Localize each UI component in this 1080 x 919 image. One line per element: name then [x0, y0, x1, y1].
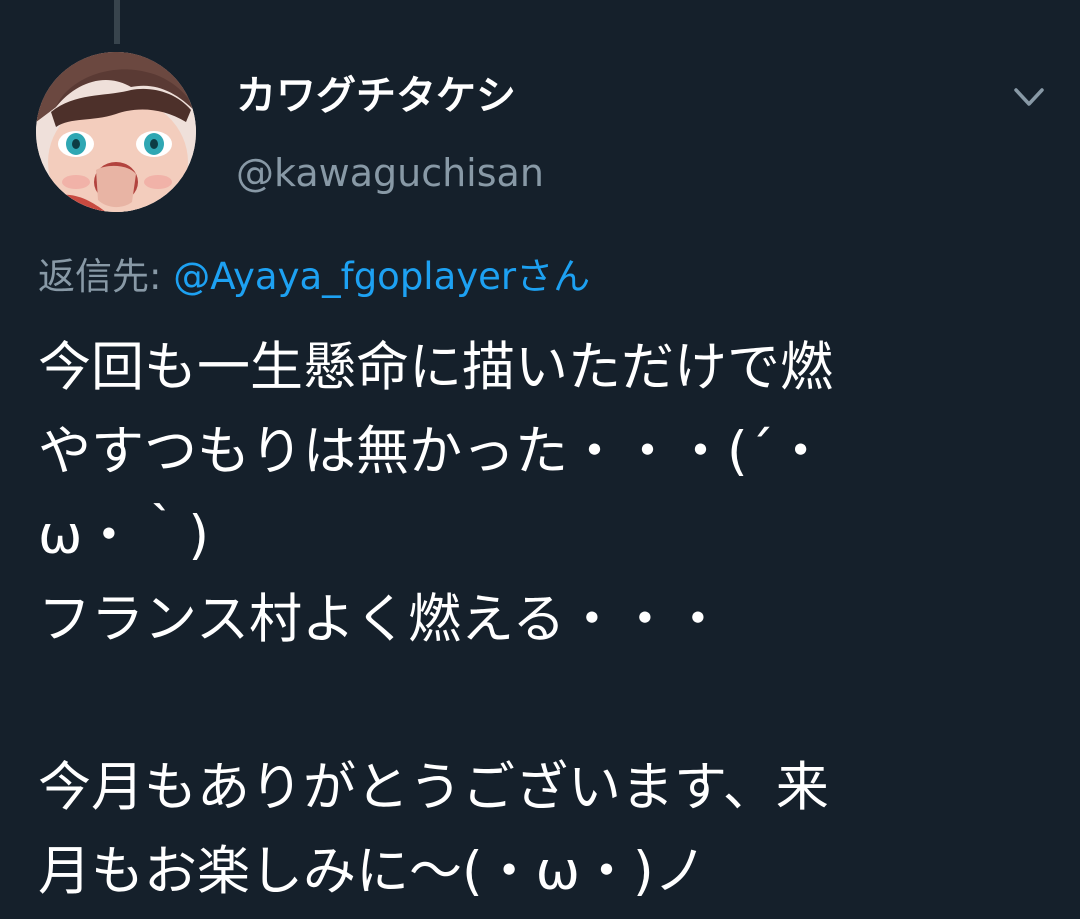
display-name[interactable]: カワグチタケシ	[236, 72, 516, 120]
tweet-line: 今回も一生懸命に描いただけで燃	[38, 337, 833, 398]
reply-to-handle: @Ayaya_fgoplayer	[173, 255, 517, 298]
reply-to-line: 返信先: @Ayaya_fgoplayerさん	[38, 254, 590, 300]
avatar-illustration	[36, 52, 196, 212]
avatar[interactable]	[36, 52, 196, 212]
tweet-line: ω・｀)	[38, 505, 210, 566]
tweet-text: 今回も一生懸命に描いただけで燃 やすつもりは無かった・・・(´・ ω・｀) フラ…	[38, 326, 1048, 914]
thread-connector-line	[114, 0, 120, 44]
tweet-line: 今月もありがとうございます、来	[38, 757, 829, 818]
reply-prefix: 返信先:	[38, 255, 174, 298]
tweet-line: フランス村よく燃える・・・	[38, 589, 725, 650]
tweet-line: 月もお楽しみに〜(・ω・)ノ	[38, 841, 707, 902]
tweet-line	[38, 662, 1048, 746]
user-handle[interactable]: @kawaguchisan	[236, 150, 544, 196]
reply-to-user-link[interactable]: @Ayaya_fgoplayerさん	[173, 255, 590, 298]
reply-to-suffix: さん	[516, 255, 591, 298]
chevron-down-icon[interactable]	[1006, 78, 1052, 118]
tweet-line: やすつもりは無かった・・・(´・	[38, 421, 828, 482]
